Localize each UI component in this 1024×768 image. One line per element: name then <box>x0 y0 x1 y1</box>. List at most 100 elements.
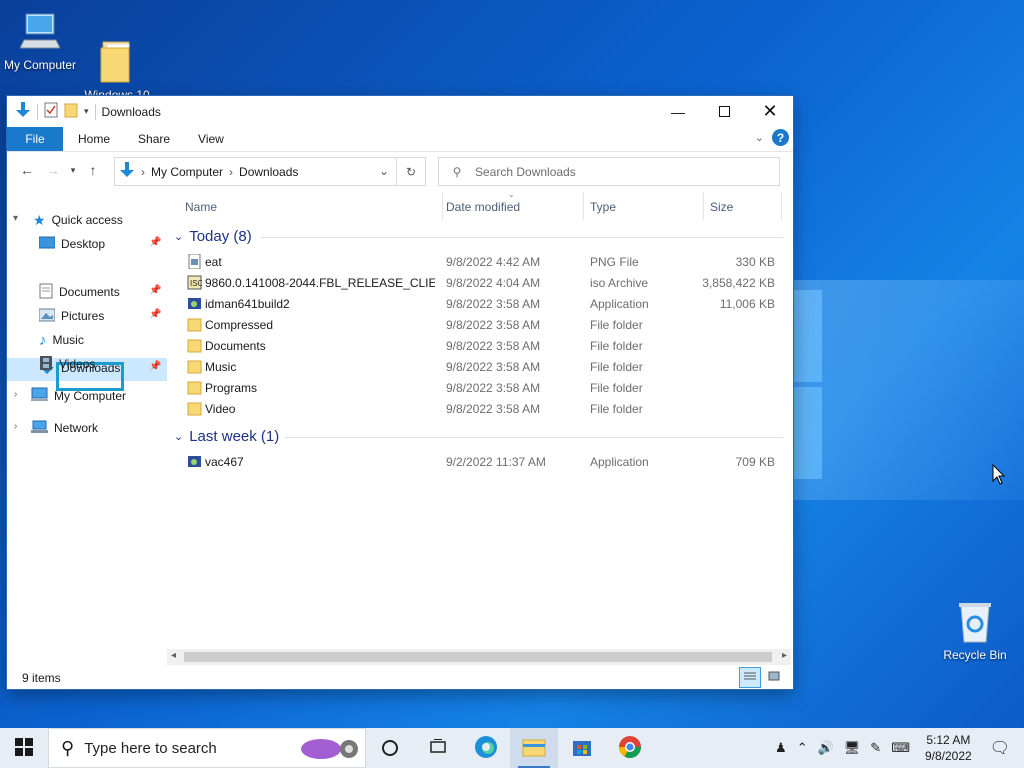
show-hidden-icons-chevron-icon[interactable]: ⌃ <box>792 740 813 756</box>
task-view-button[interactable] <box>414 728 462 768</box>
folder-icon <box>187 359 202 374</box>
nav-label: Music <box>52 333 84 347</box>
close-button[interactable]: ✕ <box>747 96 793 127</box>
file-row[interactable]: Documents 9/8/2022 3:58 AM File folder <box>185 336 783 357</box>
nav-pictures[interactable]: Pictures 📌 <box>38 305 167 327</box>
task-view-cortana-button[interactable] <box>366 728 414 768</box>
expand-arrow-icon[interactable]: › <box>14 389 24 400</box>
file-row[interactable]: idman641build2 9/8/2022 3:58 AM Applicat… <box>185 294 783 315</box>
help-button[interactable]: ? <box>772 129 789 146</box>
tab-file[interactable]: File <box>7 127 63 151</box>
back-button[interactable]: ← <box>14 157 40 183</box>
system-tray: ♟ ⌃ 🔊 🖥 ✎ ⌨ 5:12 AM 9/8/2022 🗨 <box>770 728 1024 768</box>
file-size: 3,858,422 KB <box>702 276 775 290</box>
file-name: 9860.0.141008-2044.FBL_RELEASE_CLIENT... <box>205 276 435 290</box>
nav-desktop[interactable]: Desktop 📌 <box>38 233 167 255</box>
nav-quick-access[interactable]: ★ Quick access <box>33 209 123 231</box>
properties-check-icon[interactable] <box>44 102 58 121</box>
close-icon: ✕ <box>762 101 778 121</box>
title-bar[interactable]: ▾ Downloads — ✕ <box>7 96 793 127</box>
scroll-left-icon[interactable]: ◂ <box>171 650 176 661</box>
nav-documents[interactable]: Documents 📌 <box>39 281 167 303</box>
taskbar-search-box[interactable]: ⚲ Type here to search <box>48 728 366 768</box>
desktop-icon-my-computer[interactable]: My Computer <box>0 10 82 73</box>
wallpaper-pane <box>793 387 822 479</box>
file-name: Video <box>205 402 236 416</box>
pin-icon[interactable]: 📌 <box>149 361 161 372</box>
group-header-today[interactable]: ⌄ Today (8) <box>174 228 252 245</box>
clock-date: 9/8/2022 <box>924 749 972 763</box>
file-explorer-taskbar-button[interactable] <box>510 728 558 768</box>
new-folder-icon[interactable] <box>64 102 78 121</box>
clock[interactable]: 5:12 AM 9/8/2022 <box>915 732 982 764</box>
expand-arrow-icon[interactable]: › <box>14 421 24 432</box>
nav-music[interactable]: ♪ Music <box>39 329 84 351</box>
customize-toolbar-dropdown-icon[interactable]: ▾ <box>84 106 89 117</box>
download-arrow-icon <box>15 101 31 122</box>
file-row[interactable]: Programs 9/8/2022 3:58 AM File folder <box>185 378 783 399</box>
details-view-button[interactable] <box>739 667 761 688</box>
touch-keyboard-icon[interactable]: ⌨ <box>886 740 915 756</box>
minimize-button[interactable]: — <box>655 96 701 127</box>
nav-network[interactable]: Network <box>31 417 98 439</box>
tab-view[interactable]: View <box>184 127 238 151</box>
edge-browser-button[interactable] <box>462 728 510 768</box>
file-type: Application <box>590 297 649 311</box>
notifications-icon[interactable]: 🗨 <box>982 738 1024 758</box>
column-header-name[interactable]: Name <box>185 200 217 214</box>
file-row[interactable]: vac467 9/2/2022 11:37 AM Application 709… <box>185 452 783 473</box>
start-button[interactable] <box>0 728 48 768</box>
folder-icon <box>187 401 202 416</box>
column-header-type[interactable]: Type <box>590 200 616 214</box>
up-button[interactable]: ↑ <box>80 157 106 183</box>
column-header-date-modified[interactable]: Date modified <box>446 200 520 214</box>
expand-ribbon-chevron-icon[interactable]: ⌄ <box>755 131 764 144</box>
up-arrow-icon: ↑ <box>89 162 97 178</box>
breadcrumb-my-computer[interactable]: My Computer <box>151 165 223 179</box>
large-icons-view-button[interactable] <box>763 667 785 688</box>
refresh-button[interactable]: ↻ <box>396 158 425 185</box>
address-bar[interactable]: › My Computer › Downloads ⌄ ↻ <box>114 157 426 186</box>
expand-arrow-icon[interactable]: ▾ <box>13 213 23 224</box>
file-row[interactable]: Video 9/8/2022 3:58 AM File folder <box>185 399 783 420</box>
file-row[interactable]: eat 9/8/2022 4:42 AM PNG File 330 KB <box>185 252 783 273</box>
file-row[interactable]: Music 9/8/2022 3:58 AM File folder <box>185 357 783 378</box>
nav-videos[interactable]: Videos <box>39 353 95 375</box>
pen-ink-icon[interactable]: ✎ <box>865 740 886 756</box>
star-icon: ★ <box>33 211 46 228</box>
scroll-right-icon[interactable]: ▸ <box>782 650 787 661</box>
address-history-dropdown-icon[interactable]: ⌄ <box>379 164 389 178</box>
file-row[interactable]: ISO 9860.0.141008-2044.FBL_RELEASE_CLIEN… <box>185 273 783 294</box>
nav-my-computer[interactable]: My Computer <box>31 385 126 407</box>
people-icon[interactable]: ♟ <box>770 740 792 756</box>
group-header-last-week[interactable]: ⌄ Last week (1) <box>174 428 279 445</box>
column-header-size[interactable]: Size <box>710 200 733 214</box>
recent-locations-button[interactable]: ▾ <box>66 157 80 183</box>
file-date: 9/8/2022 3:58 AM <box>446 318 541 332</box>
pin-icon[interactable]: 📌 <box>149 285 161 296</box>
horizontal-scrollbar[interactable]: ◂ ▸ <box>167 649 791 665</box>
file-row[interactable]: Compressed 9/8/2022 3:58 AM File folder <box>185 315 783 336</box>
chrome-browser-button[interactable] <box>606 728 654 768</box>
film-strip-icon <box>39 355 53 374</box>
volume-icon[interactable]: 🔊 <box>813 740 839 756</box>
network-tray-icon[interactable]: 🖥 <box>839 740 866 756</box>
tab-home[interactable]: Home <box>63 127 124 151</box>
window-title: Downloads <box>101 104 161 119</box>
tab-share[interactable]: Share <box>124 127 184 151</box>
desktop-icon-recycle-bin[interactable]: Recycle Bin <box>933 600 1017 663</box>
search-box[interactable]: ⚲ Search Downloads <box>438 157 780 186</box>
store-button[interactable] <box>558 728 606 768</box>
forward-button[interactable]: → <box>40 157 66 183</box>
maximize-button[interactable] <box>701 96 747 127</box>
file-name: eat <box>205 255 222 269</box>
pin-icon[interactable]: 📌 <box>149 237 161 248</box>
refresh-icon: ↻ <box>405 164 417 179</box>
breadcrumb-downloads[interactable]: Downloads <box>239 165 298 179</box>
svg-text:ISO: ISO <box>190 279 202 288</box>
nav-label: Quick access <box>51 213 123 227</box>
pin-icon[interactable]: 📌 <box>149 309 161 320</box>
file-type: File folder <box>590 318 643 332</box>
task-view-icon <box>429 737 447 758</box>
scrollbar-thumb[interactable] <box>184 652 772 662</box>
